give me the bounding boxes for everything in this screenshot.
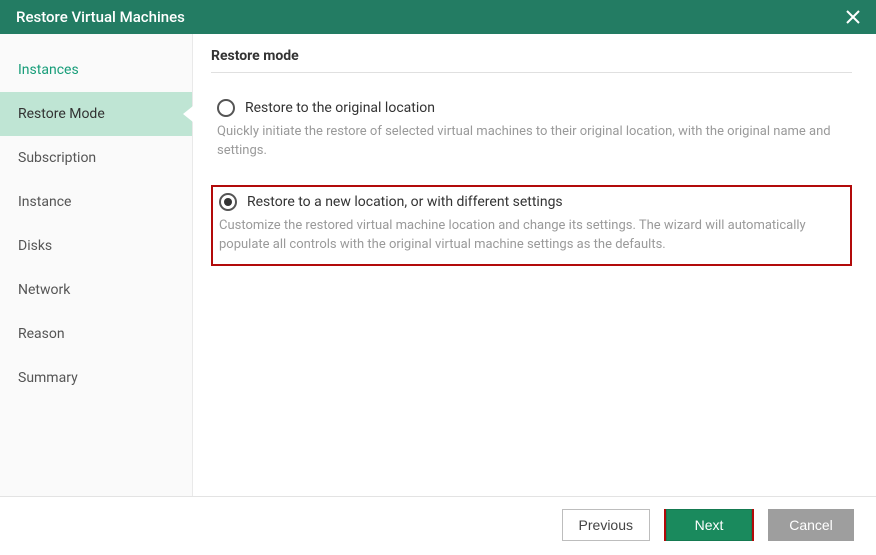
sidebar-item-label: Network [18,282,70,298]
sidebar-item-label: Restore Mode [18,106,105,122]
sidebar-item-label: Summary [18,370,78,386]
sidebar-item-subscription[interactable]: Subscription [0,136,192,180]
sidebar-item-restore-mode[interactable]: Restore Mode [0,92,192,136]
dialog-title: Restore Virtual Machines [16,8,842,26]
sidebar-item-disks[interactable]: Disks [0,224,192,268]
sidebar-item-network[interactable]: Network [0,268,192,312]
radio-icon [219,193,237,211]
option-label: Restore to a new location, or with diffe… [247,194,563,210]
option-description: Customize the restored virtual machine l… [219,217,844,255]
close-icon[interactable] [842,6,864,28]
sidebar-item-instances[interactable]: Instances [0,48,192,92]
option-description: Quickly initiate the restore of selected… [217,123,846,161]
main-panel: Restore mode Restore to the original loc… [193,34,876,496]
sidebar-item-instance[interactable]: Instance [0,180,192,224]
cancel-button[interactable]: Cancel [768,509,854,541]
dialog-footer: Previous Next Cancel [0,496,876,555]
sidebar-item-label: Instances [18,62,79,78]
option-new-location: Restore to a new location, or with diffe… [211,185,852,267]
sidebar-item-label: Instance [18,194,71,210]
radio-original-location[interactable]: Restore to the original location [217,99,846,117]
option-label: Restore to the original location [245,100,435,116]
radio-icon [217,99,235,117]
sidebar-item-label: Disks [18,238,52,254]
option-original-location: Restore to the original location Quickly… [211,95,852,165]
sidebar-item-summary[interactable]: Summary [0,356,192,400]
radio-new-location[interactable]: Restore to a new location, or with diffe… [219,193,844,211]
sidebar-item-reason[interactable]: Reason [0,312,192,356]
sidebar-item-label: Reason [18,326,65,342]
previous-button[interactable]: Previous [562,509,650,541]
wizard-sidebar: Instances Restore Mode Subscription Inst… [0,34,193,496]
page-title: Restore mode [211,48,852,73]
sidebar-item-label: Subscription [18,150,96,166]
next-button[interactable]: Next [666,509,752,541]
titlebar: Restore Virtual Machines [0,0,876,34]
